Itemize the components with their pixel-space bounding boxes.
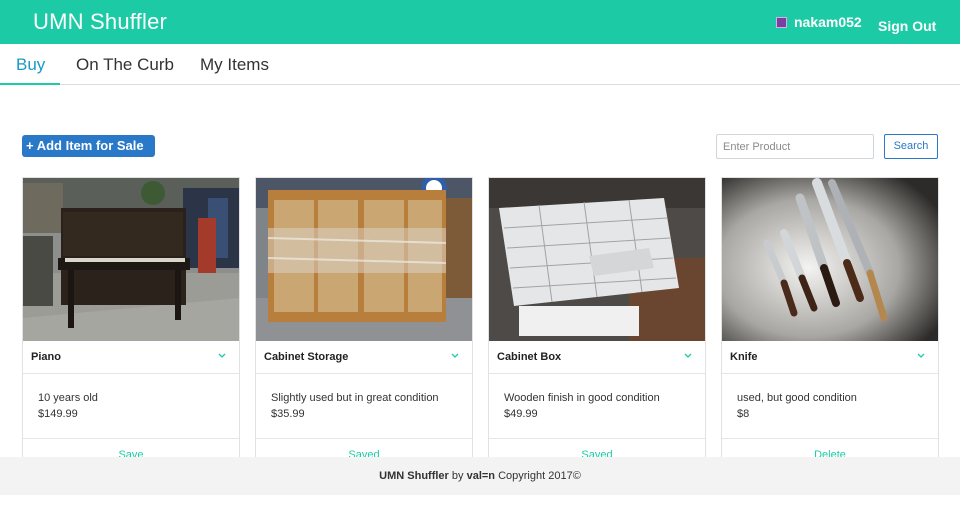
active-tab-indicator xyxy=(0,83,60,85)
item-card-cabinet-box: Cabinet Box Wooden finish in good condit… xyxy=(488,177,706,467)
item-description: used, but good condition xyxy=(737,392,857,404)
footer-brand: UMN Shuffler xyxy=(379,470,449,482)
tab-my-items[interactable]: My Items xyxy=(200,55,269,75)
add-item-button[interactable]: + Add Item for Sale xyxy=(22,135,155,157)
username: nakam052 xyxy=(794,14,862,30)
cabinet-storage-photo[interactable] xyxy=(256,178,472,341)
piano-photo[interactable] xyxy=(23,178,239,341)
cabinet-box-photo[interactable] xyxy=(489,178,705,341)
brand-title[interactable]: UMN Shuffler xyxy=(33,9,167,35)
item-card-cabinet-storage: Cabinet Storage Slightly used but in gre… xyxy=(255,177,473,467)
user-avatar-icon xyxy=(776,16,787,28)
item-title: Knife xyxy=(730,351,758,363)
item-description: 10 years old xyxy=(38,392,98,404)
nav-tabs: Buy On The Curb My Items xyxy=(0,44,960,85)
search-button[interactable]: Search xyxy=(884,134,938,159)
card-header: Piano xyxy=(23,341,239,374)
card-body: used, but good condition $8 xyxy=(722,375,938,439)
top-navbar: UMN Shuffler nakam052 Sign Out xyxy=(0,0,960,44)
item-price: $35.99 xyxy=(271,408,305,420)
card-body: Wooden finish in good condition $49.99 xyxy=(489,375,705,439)
footer-by: by xyxy=(451,470,464,482)
chevron-down-icon[interactable] xyxy=(916,352,926,360)
chevron-down-icon[interactable] xyxy=(217,352,227,360)
search-input[interactable] xyxy=(716,134,874,159)
card-body: 10 years old $149.99 xyxy=(23,375,239,439)
tab-on-the-curb[interactable]: On The Curb xyxy=(76,55,174,75)
card-header: Cabinet Box xyxy=(489,341,705,374)
item-description: Slightly used but in great condition xyxy=(271,392,439,404)
footer-copyright: Copyright 2017© xyxy=(498,470,581,482)
chevron-down-icon[interactable] xyxy=(683,352,693,360)
chevron-down-icon[interactable] xyxy=(450,352,460,360)
footer: UMN Shuffler by val=n Copyright 2017© xyxy=(0,457,960,495)
item-card-piano: Piano 10 years old $149.99 Save xyxy=(22,177,240,467)
card-header: Cabinet Storage xyxy=(256,341,472,374)
card-body: Slightly used but in great condition $35… xyxy=(256,375,472,439)
item-price: $49.99 xyxy=(504,408,538,420)
item-price: $149.99 xyxy=(38,408,78,420)
item-price: $8 xyxy=(737,408,750,420)
tab-buy[interactable]: Buy xyxy=(16,55,45,75)
item-card-knife: Knife used, but good condition $8 Delete xyxy=(721,177,939,467)
card-header: Knife xyxy=(722,341,938,374)
item-title: Cabinet Storage xyxy=(264,351,349,363)
item-description: Wooden finish in good condition xyxy=(504,392,660,404)
sign-out-link[interactable]: Sign Out xyxy=(878,18,936,34)
item-title: Cabinet Box xyxy=(497,351,562,363)
item-title: Piano xyxy=(31,351,61,363)
user-info[interactable]: nakam052 xyxy=(776,14,862,30)
footer-author: val=n xyxy=(466,470,496,482)
knife-photo[interactable] xyxy=(722,178,938,341)
